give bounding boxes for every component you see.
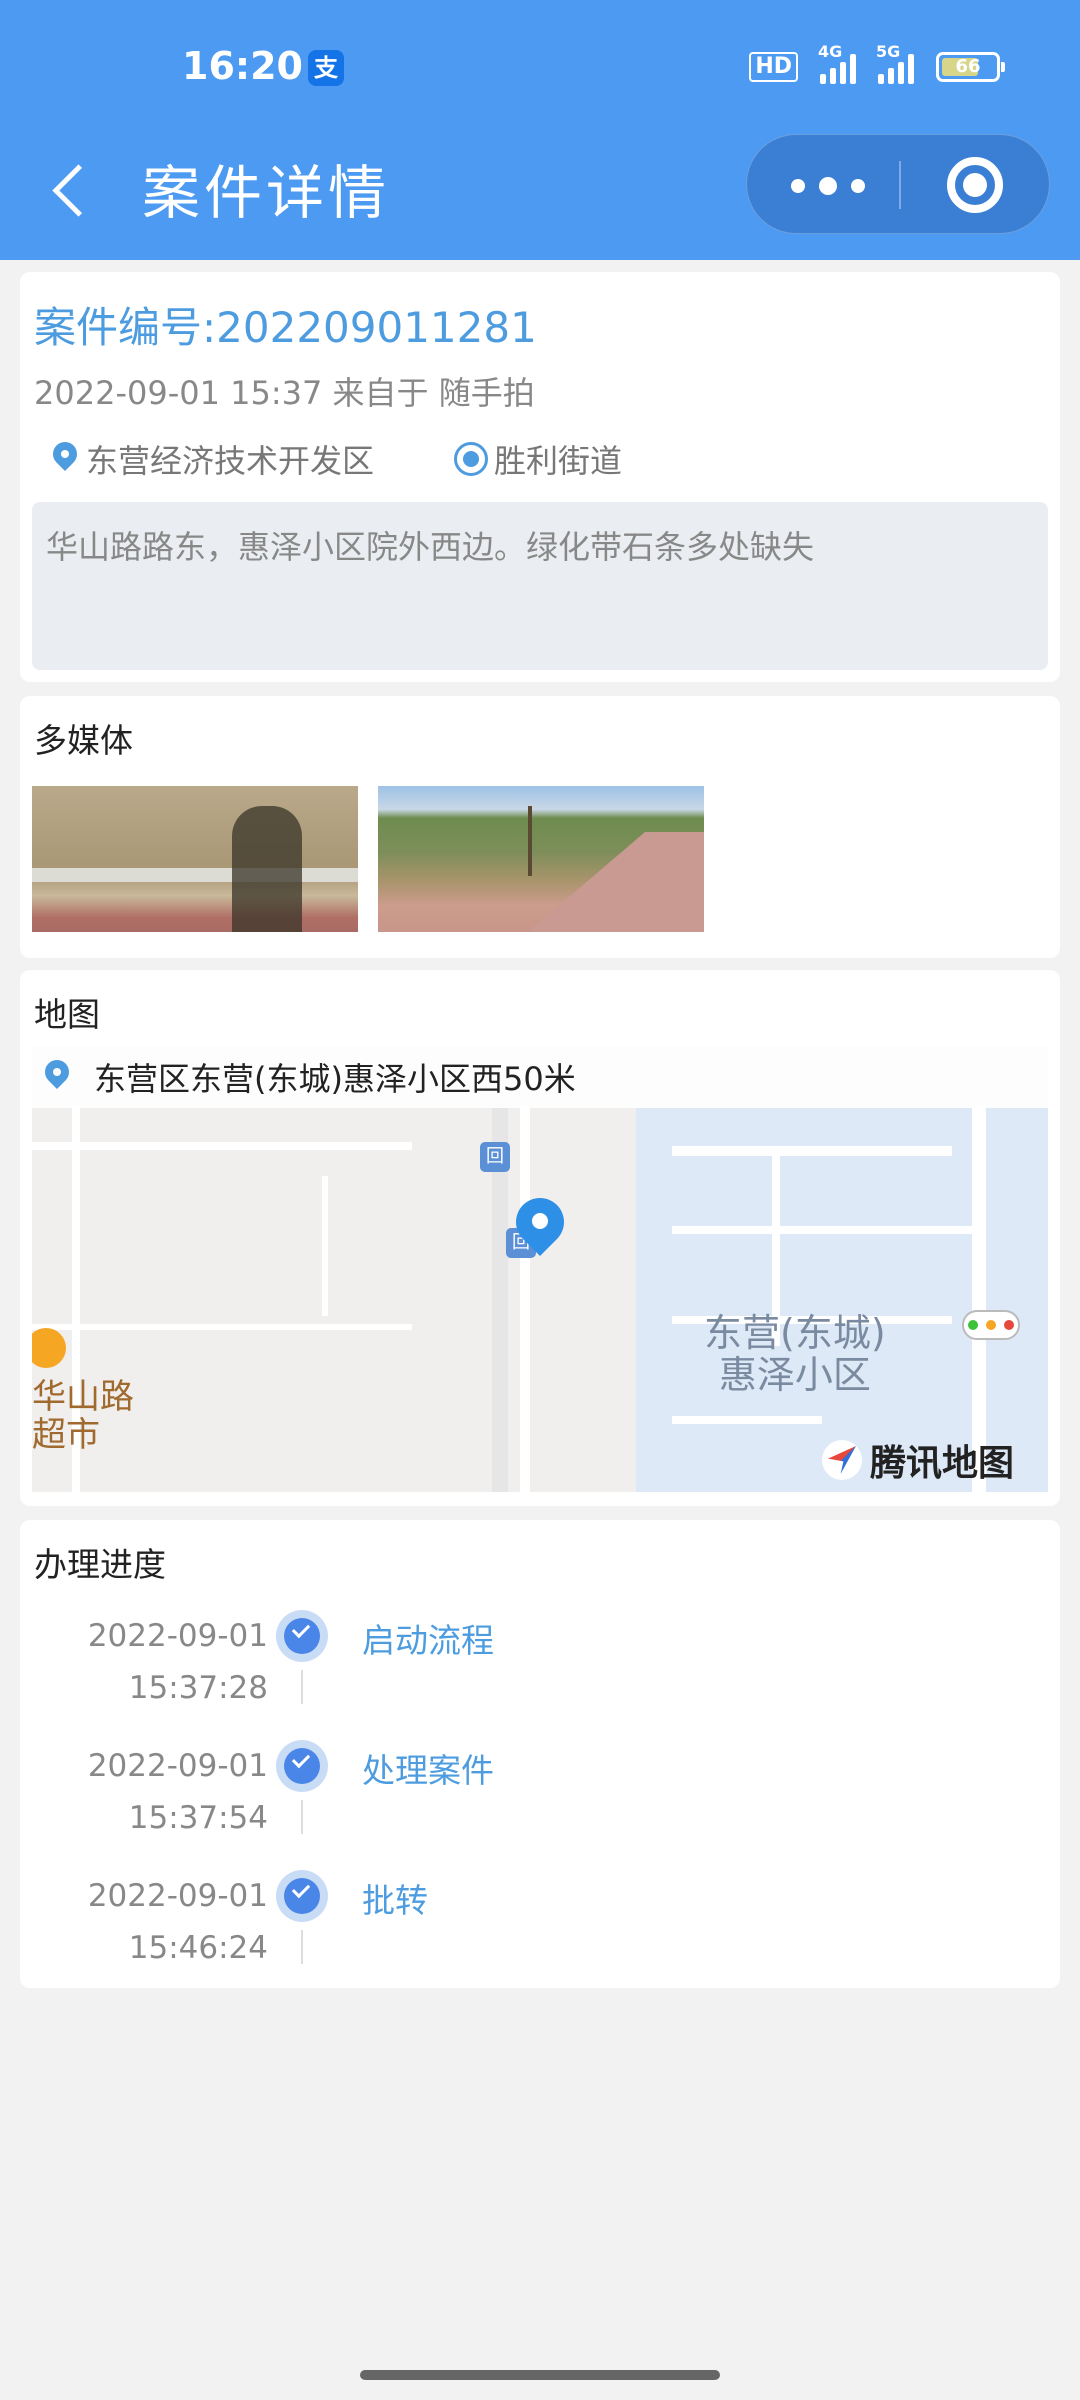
media-card: 多媒体 xyxy=(20,696,1060,958)
step-date: 2022-09-01 xyxy=(87,1618,268,1654)
step-time: 15:37:28 xyxy=(128,1670,268,1706)
signal-4g-label: 4G xyxy=(818,42,843,61)
signal-5g-icon: 5G xyxy=(876,42,914,84)
progress-title: 办理进度 xyxy=(34,1545,166,1584)
progress-card: 办理进度 2022-09-01 15:37:28 启动流程 2022-09-01… xyxy=(20,1520,1060,1988)
capsule-divider xyxy=(899,161,901,209)
status-icons: HD 4G 5G 66 xyxy=(749,42,1005,84)
media-photo-1[interactable] xyxy=(32,786,358,932)
step-check-icon xyxy=(276,1870,328,1922)
page-title: 案件详情 xyxy=(142,159,391,227)
map-poi-label: 华山路 超市 xyxy=(32,1378,134,1454)
miniprogram-capsule xyxy=(746,134,1050,234)
battery-level: 66 xyxy=(955,56,981,77)
battery-icon: 66 xyxy=(936,52,1005,82)
map-poi-label-line1: 华山路 xyxy=(32,1377,134,1417)
map-address: 东营区东营(东城)惠泽小区西50米 xyxy=(94,1060,576,1098)
signal-4g-icon: 4G xyxy=(818,42,856,84)
map-area-label-line1: 东营(东城) xyxy=(704,1311,886,1355)
target-location-icon xyxy=(454,442,488,476)
location-pin-icon xyxy=(42,1058,72,1096)
signal-5g-label: 5G xyxy=(876,42,901,61)
tencent-map-logo: 腾讯地图 xyxy=(822,1434,1014,1486)
progress-step: 2022-09-01 15:37:54 处理案件 xyxy=(20,1740,1060,1870)
step-datetime: 2022-09-01 15:46:24 xyxy=(60,1870,268,1974)
street-location: 胜利街道 xyxy=(454,436,622,482)
step-connector xyxy=(301,1800,303,1834)
status-time: 16:20 xyxy=(182,44,303,88)
step-label[interactable]: 启动流程 xyxy=(362,1614,494,1662)
step-label[interactable]: 处理案件 xyxy=(362,1744,494,1792)
step-time: 15:37:54 xyxy=(128,1800,268,1836)
street-label: 胜利街道 xyxy=(494,442,623,480)
case-number: 案件编号:202209011281 xyxy=(34,303,537,352)
step-datetime: 2022-09-01 15:37:28 xyxy=(60,1610,268,1714)
progress-step: 2022-09-01 15:46:24 批转 xyxy=(20,1870,1060,2000)
map-area-label: 东营(东城) 惠泽小区 xyxy=(704,1312,886,1396)
progress-step: 2022-09-01 15:37:28 启动流程 xyxy=(20,1610,1060,1740)
map-card: 地图 东营区东营(东城)惠泽小区西50米 回 回 东营(东城) 惠泽小区 华山路 xyxy=(20,970,1060,1506)
case-meta: 2022-09-01 15:37 来自于 随手拍 xyxy=(34,374,535,412)
step-check-icon xyxy=(276,1740,328,1792)
location-pin-icon xyxy=(50,440,80,478)
hd-icon: HD xyxy=(749,52,798,82)
map-view[interactable]: 东营区东营(东城)惠泽小区西50米 回 回 东营(东城) 惠泽小区 华山路 超市 xyxy=(32,1046,1048,1492)
map-poi-label-line2: 超市 xyxy=(32,1415,100,1455)
map-marker-icon xyxy=(512,1196,568,1268)
case-info-card: 案件编号:202209011281 2022-09-01 15:37 来自于 随… xyxy=(20,272,1060,682)
top-bar: 16:20 支 HD 4G 5G 66 案件详情 xyxy=(0,0,1080,260)
map-area-label-line2: 惠泽小区 xyxy=(718,1353,871,1397)
step-label[interactable]: 批转 xyxy=(362,1874,428,1922)
more-menu-icon[interactable] xyxy=(791,135,921,235)
step-time: 15:46:24 xyxy=(128,1930,268,1966)
media-title: 多媒体 xyxy=(34,721,133,760)
district-label: 东营经济技术开发区 xyxy=(86,442,375,480)
district-location: 东营经济技术开发区 xyxy=(50,436,374,482)
bus-stop-icon: 回 xyxy=(480,1142,510,1172)
nav-bar: 案件详情 xyxy=(0,130,1080,260)
tencent-map-logo-text: 腾讯地图 xyxy=(870,1443,1015,1484)
back-arrow-icon[interactable] xyxy=(46,160,106,220)
map-title: 地图 xyxy=(34,995,100,1034)
close-miniprogram-icon[interactable] xyxy=(947,157,1003,213)
step-date: 2022-09-01 xyxy=(87,1748,268,1784)
step-check-icon xyxy=(276,1610,328,1662)
case-description: 华山路路东，惠泽小区院外西边。绿化带石条多处缺失 xyxy=(32,502,1048,670)
traffic-light-icon xyxy=(962,1310,1020,1340)
media-photo-2[interactable] xyxy=(378,786,704,932)
step-date: 2022-09-01 xyxy=(87,1878,268,1914)
home-indicator[interactable] xyxy=(360,2370,720,2380)
step-connector xyxy=(301,1930,303,1964)
status-bar: 16:20 支 HD 4G 5G 66 xyxy=(0,0,1080,130)
step-datetime: 2022-09-01 15:37:54 xyxy=(60,1740,268,1844)
compass-icon xyxy=(822,1440,862,1480)
map-address-bar: 东营区东营(东城)惠泽小区西50米 xyxy=(32,1046,1048,1108)
step-connector xyxy=(301,1670,303,1704)
alipay-icon: 支 xyxy=(308,50,344,86)
shopping-cart-icon xyxy=(32,1328,66,1368)
